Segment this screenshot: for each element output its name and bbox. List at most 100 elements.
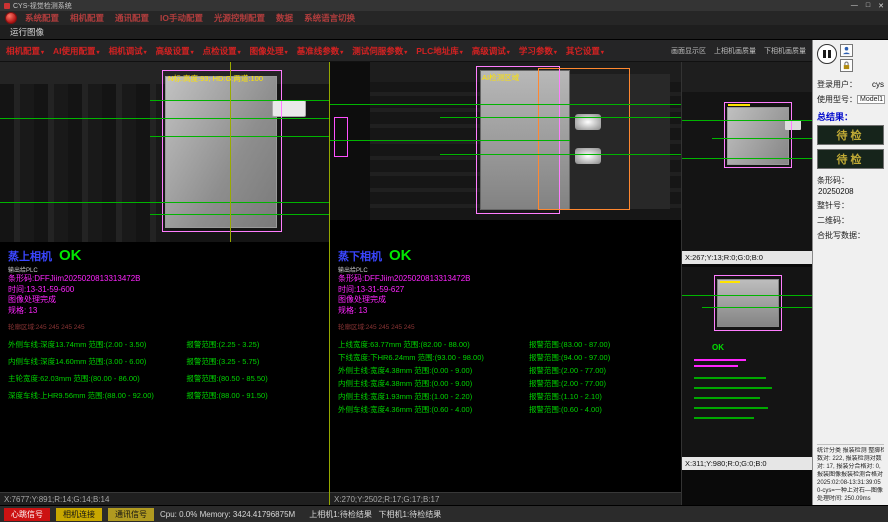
upper-camera-image[interactable]: N标:高度:93; HD:G:两道:100 [0,62,329,242]
overlay-text-mark [694,365,738,367]
chevron-down-icon: ▾ [41,50,44,56]
chevron-down-icon: ▾ [404,50,407,56]
result-box-lower: 待检 [817,149,884,169]
barcode-line: 条形码:DFFJiim2025020813313472B [8,274,321,285]
total-result-label: 总结果： [817,110,884,123]
barcode-line: 条形码:DFFJiim2025020813313472B [338,274,673,285]
overlay-text-mark [694,417,754,419]
guide-line [330,104,681,105]
app-logo-icon [5,12,17,24]
toolbar-item[interactable]: 高级设置▾ [156,45,194,57]
guide-line [702,307,812,308]
statistics-block: 统计分类 报装检测 整脚检测数对: 222, 报装检测对数对: 17, 报装分合… [817,444,884,503]
menu-item[interactable]: 系统语言切换 [304,12,355,24]
overlay-text-mark [694,359,746,361]
toolbar-item[interactable]: 学习参数▾ [519,45,557,57]
menu-item[interactable]: 数据 [276,12,293,24]
toolbar-item[interactable]: PLC地址库▾ [416,45,463,57]
maximize-button[interactable]: □ [866,2,870,10]
login-user-value: cys [872,80,884,89]
statistics-line: 报装图像报装检测合格对 [817,471,884,479]
status-ok: OK [389,247,412,264]
camera-name: 蒸上相机 [8,248,52,264]
preview-lower-image[interactable]: OK [682,267,812,457]
cpu-memory-text: Cpu: 0.0% Memory: 3424.41796875M [160,510,295,519]
guide-line [150,136,329,137]
qr-code-label: 二维码： [817,215,884,226]
toolbar-item[interactable]: 相机配置▾ [6,45,44,57]
toolbar-item[interactable]: 其它设置▾ [566,45,604,57]
tab-row: 运行图像 [0,25,888,40]
statistics-line: 处理时间: 250.09ms [817,495,884,503]
measurement-row: 上线宽度:63.77mm 范围:(82.00 - 88.00) 报警范围:(83… [338,340,673,350]
pause-button[interactable] [817,44,837,64]
menu-item[interactable]: 系统配置 [25,12,59,24]
guide-line [150,214,329,215]
barcode-value: 20250208 [818,187,884,196]
toolbar-item[interactable]: 基准线参数▾ [297,45,344,57]
time-line: 时间:13-31-59-600 [8,285,321,296]
upper-result-block: 蒸上相机 OK 输出给PLC 条形码:DFFJiim20250208133134… [0,242,329,492]
barcode-label: 条形码： [817,175,884,186]
camera-name: 蒸下相机 [338,248,382,264]
tab-run-image[interactable]: 运行图像 [10,26,44,38]
menu-item[interactable]: IO手动配置 [160,12,203,24]
measurement-row: 外侧车线:宽度4.36mm 范围:(0.60 - 4.00) 报警范围:(0.6… [338,405,673,415]
toolbar-item[interactable]: 点检设置▾ [203,45,241,57]
guide-line [682,158,812,159]
chevron-down-icon: ▾ [285,50,288,56]
model-label: 使用型号： [817,94,857,105]
close-button[interactable]: ✕ [878,2,884,10]
lock-button[interactable] [840,59,853,72]
menu-item[interactable]: 相机配置 [70,12,104,24]
measurement-row: 深度车线:上HR9.56mm 范围:(88.00 - 92.00) 报警范围:(… [8,391,321,401]
chevron-down-icon: ▾ [507,50,510,56]
view-tab[interactable]: 下相机画质量 [764,46,806,56]
user-button[interactable] [840,44,853,57]
minimize-button[interactable]: — [851,2,858,10]
view-tab[interactable]: 画面显示区 [671,46,706,56]
guide-line [330,140,570,141]
overlay-text-mark [694,397,760,399]
upper-coordinate-bar: X:7677;Y:891;R:14;G:14;B:14 [0,492,329,505]
guide-line [440,117,681,118]
menu-list: 系统配置相机配置通讯配置 IO手动配置光源控制配置数据系统语言切换 [25,12,355,24]
toolbar-item[interactable]: 高级调试▾ [472,45,510,57]
menu-item[interactable]: 光源控制配置 [214,12,265,24]
overlay-text-mark [694,387,772,389]
spec-line: 规格: 13 [8,306,321,317]
lower-camera-view: AI检测区域 蒸下相机 OK 输出给PLC 条形码:DFFJiim2025020… [330,62,682,505]
lower-coordinate-bar: X:270;Y:2502;R:17;G:17;B:17 [330,492,681,505]
left-block: 相机配置▾ AI使用配置▾ 相机调试▾ 高级设置▾ 点检设置▾ 图像处理▾ 基准线参数▾ 测试… [0,40,812,505]
chevron-down-icon: ▾ [144,50,147,56]
overlay-text-mark [694,407,768,409]
measurement-row: 外侧主线:宽度4.38mm 范围:(0.00 - 9.00) 报警范围:(2.0… [338,366,673,376]
toolbar-item[interactable]: 测试伺服参数▾ [352,45,407,57]
region-line: 轮廓区域:245 245 245 245 [8,321,321,331]
statistics-line: 对: 17, 报装分合格对: 0, [817,463,884,471]
menu-bar: 系统配置相机配置通讯配置 IO手动配置光源控制配置数据系统语言切换 [0,11,888,25]
preview-lower-coordinates: X:311;Y:980;R:0;G:0;B:0 [682,457,812,470]
model-select[interactable]: Model1 [857,95,885,104]
chevron-down-icon: ▾ [97,50,100,56]
measurement-row: 主轮宽度:62.03mm 范围:(80.00 - 86.00) 报警范围:(80… [8,374,321,384]
guide-line [682,295,812,296]
output-plc-label: 输出给PLC [338,265,673,274]
toolbar-item[interactable]: 相机调试▾ [109,45,147,57]
toolbar-item[interactable]: AI使用配置▾ [53,45,100,57]
status-bar: 心跳信号 相机连接 通讯信号 Cpu: 0.0% Memory: 3424.41… [0,505,888,522]
lower-camera-image[interactable]: AI检测区域 [330,62,681,220]
measurement-row: 内侧车线:深度14.60mm 范围:(3.00 - 6.00) 报警范围:(3.… [8,357,321,367]
output-plc-label: 输出给PLC [8,265,321,274]
guide-line [682,120,812,121]
view-tab[interactable]: 上相机画质量 [714,46,756,56]
spec-line: 规格: 13 [338,306,673,317]
menu-item[interactable]: 通讯配置 [115,12,149,24]
upper-camera-view: N标:高度:93; HD:G:两道:100 蒸上相机 OK 输出给PLC 条形码… [0,62,330,505]
toolbar-item[interactable]: 图像处理▾ [250,45,288,57]
roi-outline-small [334,117,348,157]
title-bar: CYS-视觉检测系统 — □ ✕ [0,0,888,11]
overlay-text-mark [694,377,766,379]
preview-upper-image[interactable] [682,62,812,251]
measurement-row: 内侧主线:宽度1.93mm 范围:(1.00 - 2.20) 报警范围:(1.1… [338,392,673,402]
